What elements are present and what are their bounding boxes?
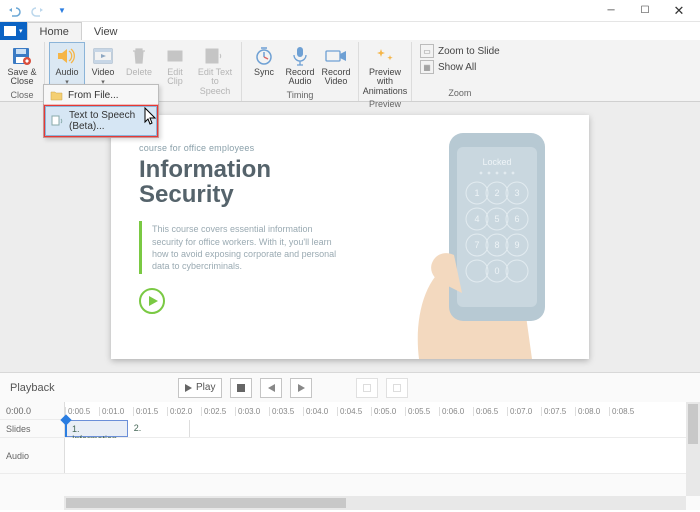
microphone-icon: [288, 45, 312, 67]
save-close-button[interactable]: Save & Close: [4, 42, 40, 90]
svg-text:3: 3: [514, 188, 519, 198]
undo-button[interactable]: [4, 2, 24, 20]
svg-text:8: 8: [494, 240, 499, 250]
trash-icon: [127, 45, 151, 67]
playback-label: Playback: [10, 382, 170, 394]
text-speech-icon: [203, 45, 227, 67]
camera-icon: [324, 45, 348, 67]
from-file-item[interactable]: From File...: [44, 85, 158, 105]
save-icon: [10, 45, 34, 67]
next-button[interactable]: [290, 378, 312, 398]
phone-illustration: Locked 1 2 3 4 5 6 7 8 9 0: [349, 115, 589, 359]
show-all-button[interactable]: ▦Show All: [420, 60, 500, 74]
prev-button[interactable]: [260, 378, 282, 398]
slide-segment-1[interactable]: 1. Information Security: [65, 420, 128, 437]
play-button[interactable]: Play: [178, 378, 222, 398]
slide-stage: course for office employees InformationS…: [0, 102, 700, 372]
sparkle-icon: [373, 45, 397, 67]
timeline-ruler[interactable]: 0:00.50:01.00:01.50:02.00:02.50:03.00:03…: [64, 402, 700, 420]
extra-button-1[interactable]: [356, 378, 378, 398]
slides-track[interactable]: 1. Information Security 2.: [64, 420, 700, 437]
speaker-icon: [55, 45, 79, 67]
tab-home[interactable]: Home: [27, 22, 82, 40]
minimize-button[interactable]: ─: [594, 0, 628, 22]
edit-clip-icon: [163, 45, 187, 67]
extra-button-2[interactable]: [386, 378, 408, 398]
slide-eyebrow: course for office employees: [139, 143, 351, 153]
stop-button[interactable]: [230, 378, 252, 398]
slide-title: InformationSecurity: [139, 157, 351, 207]
film-icon: [91, 45, 115, 67]
record-video-button[interactable]: Record Video: [318, 42, 354, 90]
audio-track[interactable]: [64, 438, 700, 473]
svg-text:0: 0: [494, 266, 499, 276]
slide-preview[interactable]: course for office employees InformationS…: [111, 115, 589, 359]
svg-text:6: 6: [514, 214, 519, 224]
tab-view[interactable]: View: [82, 22, 130, 40]
zoom-slide-icon: ▭: [420, 44, 434, 58]
folder-icon: [49, 88, 63, 102]
svg-text:Locked: Locked: [482, 157, 511, 167]
text-to-speech-item[interactable]: Text to Speech (Beta)...: [45, 106, 157, 136]
sync-button[interactable]: Sync: [246, 42, 282, 90]
maximize-button[interactable]: ☐: [628, 0, 662, 22]
ribbon-tabs: ▾ Home View: [0, 22, 700, 40]
show-all-icon: ▦: [420, 60, 434, 74]
cursor-icon: [142, 106, 162, 133]
svg-text:2: 2: [494, 188, 499, 198]
svg-text:4: 4: [474, 214, 479, 224]
playback-bar: Playback Play: [0, 372, 700, 402]
time-readout: 0:00.0: [0, 402, 64, 419]
zoom-to-slide-button[interactable]: ▭Zoom to Slide: [420, 44, 500, 58]
svg-text:1: 1: [474, 188, 479, 198]
file-menu-button[interactable]: ▾: [0, 22, 27, 40]
play-icon: [139, 288, 165, 314]
window-close-button[interactable]: ✕: [662, 0, 696, 22]
redo-button[interactable]: [28, 2, 48, 20]
svg-text:9: 9: [514, 240, 519, 250]
slides-track-label: Slides: [0, 420, 64, 437]
timeline: 0:00.0 0:00.50:01.00:01.50:02.00:02.50:0…: [0, 402, 700, 510]
playhead[interactable]: [65, 420, 67, 437]
slide-segment-2[interactable]: 2.: [128, 420, 190, 437]
edit-clip-button[interactable]: Edit Clip: [157, 42, 193, 99]
audio-track-label: Audio: [0, 438, 64, 473]
preview-button[interactable]: Preview with Animations: [363, 42, 407, 99]
qat-dropdown[interactable]: ▼: [52, 2, 72, 20]
title-bar: ▼ ─ ☐ ✕: [0, 0, 700, 22]
stopwatch-icon: [252, 45, 276, 67]
tts-icon: [51, 114, 64, 128]
record-audio-button[interactable]: Record Audio: [282, 42, 318, 90]
timeline-h-scrollbar[interactable]: [64, 496, 686, 510]
timeline-v-scrollbar[interactable]: [686, 402, 700, 496]
slide-body: This course covers essential information…: [139, 221, 339, 274]
svg-text:5: 5: [494, 214, 499, 224]
svg-text:7: 7: [474, 240, 479, 250]
edit-tts-button[interactable]: Edit Text to Speech: [193, 42, 237, 99]
